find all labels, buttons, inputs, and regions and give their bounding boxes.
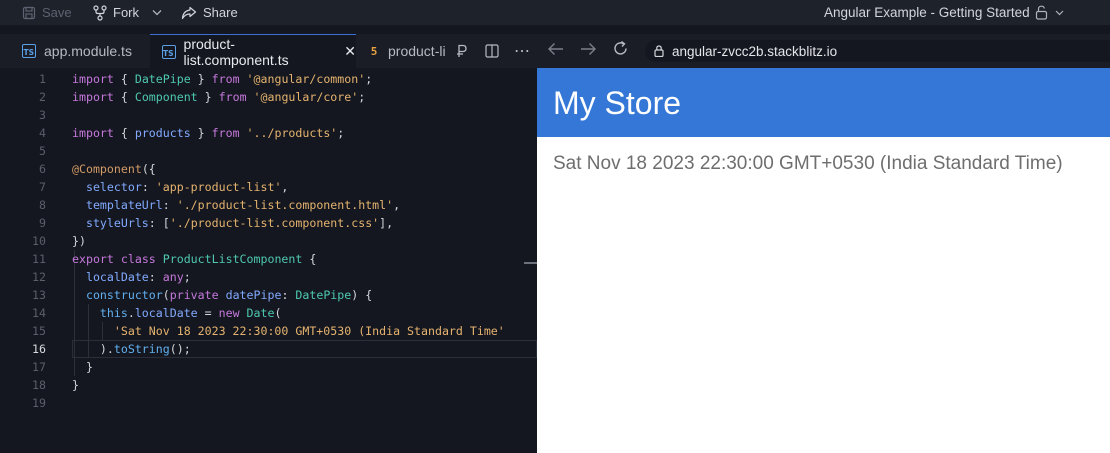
line-number: 12 — [32, 270, 46, 284]
fork-icon — [93, 4, 107, 21]
split-editor-icon[interactable] — [485, 34, 499, 68]
code-line[interactable]: 18} — [0, 376, 537, 394]
fork-menu-chevron-icon[interactable] — [152, 0, 162, 25]
line-number: 2 — [39, 90, 46, 104]
code-line[interactable]: 10}) — [0, 232, 537, 250]
line-code: import { DatePipe } from '@angular/commo… — [72, 72, 373, 86]
more-actions-icon[interactable]: ⋯ — [514, 34, 530, 68]
line-code: @Component({ — [72, 162, 156, 176]
tab-product-list-component-ts[interactable]: TS product-list.component.ts ✕ — [150, 34, 356, 68]
line-number: 14 — [32, 306, 46, 320]
line-code: }) — [72, 234, 86, 248]
line-number: 16 — [32, 342, 46, 356]
code-line[interactable]: 1 import { DatePipe } from '@angular/comm… — [0, 70, 537, 88]
fork-label: Fork — [113, 5, 139, 20]
ts-file-icon: TS — [22, 44, 36, 58]
code-line[interactable]: 6 @Component({ — [0, 160, 537, 178]
line-number: 5 — [39, 144, 46, 158]
code-line[interactable]: 3 — [0, 106, 537, 124]
line-number: 9 — [39, 216, 46, 230]
store-header: My Store — [537, 68, 1110, 137]
share-icon — [181, 6, 197, 19]
close-icon[interactable]: ✕ — [344, 43, 356, 60]
address-url: angular-zvcc2b.stackblitz.io — [672, 43, 838, 59]
line-code: } — [72, 378, 79, 392]
lock-open-icon — [1035, 5, 1048, 20]
line-code: localDate: any; — [85, 270, 191, 284]
code-line[interactable]: 4 import { products } from '../products'; — [0, 124, 537, 142]
lock-icon — [654, 45, 664, 57]
line-number: 7 — [39, 180, 46, 194]
line-number: 11 — [32, 252, 46, 266]
code-line[interactable]: 13 constructor(private datePipe: DatePip… — [0, 286, 537, 304]
line-number: 8 — [39, 198, 46, 212]
line-code: import { products } from '../products'; — [72, 126, 345, 140]
code-line[interactable]: 19 — [0, 394, 537, 412]
line-number: 4 — [39, 126, 46, 140]
line-number: 6 — [39, 162, 46, 176]
line-code: ).toString(); — [99, 342, 191, 356]
project-visibility-button[interactable] — [1035, 0, 1048, 25]
line-code: import { Component } from '@angular/core… — [72, 90, 366, 104]
tab-label: product-list.component.ts — [183, 35, 289, 68]
project-title-text: Angular Example - Getting Started — [824, 5, 1030, 20]
tab-product-list-component-html[interactable]: 5 product-li — [356, 34, 448, 68]
tab-label: app.module.ts — [44, 43, 132, 59]
share-button[interactable]: Share — [181, 0, 238, 25]
code-line[interactable]: 5 — [0, 142, 537, 160]
code-line[interactable]: 7 selector: 'app-product-list', — [0, 178, 537, 196]
line-code: export class ProductListComponent { — [72, 252, 317, 266]
tab-app-module[interactable]: TS app.module.ts — [0, 34, 150, 68]
ts-file-icon: TS — [162, 44, 176, 59]
local-date-text: Sat Nov 18 2023 22:30:00 GMT+0530 (India… — [553, 153, 1063, 174]
editor-tab-bar: TS app.module.ts TS product-list.compone… — [0, 34, 537, 68]
visibility-chevron-icon[interactable] — [1055, 0, 1064, 25]
line-number: 3 — [39, 108, 46, 122]
line-number: 18 — [32, 378, 46, 392]
back-arrow-icon[interactable] — [547, 42, 564, 61]
line-number: 13 — [32, 288, 46, 302]
line-code: selector: 'app-product-list', — [85, 180, 289, 194]
html-file-icon: 5 — [370, 44, 378, 58]
save-button[interactable]: Save — [22, 0, 72, 25]
line-code: constructor(private datePipe: DatePipe) … — [85, 288, 373, 302]
line-number: 15 — [32, 324, 46, 338]
line-number: 1 — [39, 72, 46, 86]
fork-button[interactable]: Fork — [93, 0, 139, 25]
store-title: My Store — [553, 85, 682, 121]
line-code: templateUrl: './product-list.component.h… — [85, 198, 401, 212]
code-line[interactable]: 8 templateUrl: './product-list.component… — [0, 196, 537, 214]
save-icon — [22, 6, 36, 19]
share-label: Share — [203, 5, 238, 20]
tab-label: product-li — [388, 43, 446, 59]
line-number: 10 — [32, 234, 46, 248]
line-number: 19 — [32, 396, 46, 410]
line-code: } — [85, 360, 93, 374]
code-line[interactable]: 9 styleUrls: ['./product-list.component.… — [0, 214, 537, 232]
line-code: this.localDate = new Date( — [99, 306, 282, 320]
project-title[interactable]: Angular Example - Getting Started — [824, 0, 1030, 25]
code-line[interactable]: 16 ).toString(); — [0, 340, 537, 358]
forward-arrow-icon[interactable] — [580, 42, 597, 61]
address-bar[interactable]: angular-zvcc2b.stackblitz.io — [645, 40, 1110, 62]
top-toolbar: Save Fork Share Angular Example - Gettin… — [0, 0, 1110, 25]
line-code: 'Sat Nov 18 2023 22:30:00 GMT+0530 (Indi… — [113, 324, 505, 338]
code-line[interactable]: 12 localDate: any; — [0, 268, 537, 286]
code-line[interactable]: 17 } — [0, 358, 537, 376]
code-line[interactable]: 15 'Sat Nov 18 2023 22:30:00 GMT+0530 (I… — [0, 322, 537, 340]
line-number: 17 — [32, 360, 46, 374]
line-code: styleUrls: ['./product-list.component.cs… — [85, 216, 394, 230]
code-line[interactable]: 14 this.localDate = new Date( — [0, 304, 537, 322]
code-line[interactable]: 2 import { Component } from '@angular/cor… — [0, 88, 537, 106]
app-preview: My Store Sat Nov 18 2023 22:30:00 GMT+05… — [537, 68, 1110, 453]
code-line[interactable]: 11 export class ProductListComponent { — [0, 250, 537, 268]
save-label: Save — [42, 5, 72, 20]
markdown-preview-icon[interactable] — [456, 34, 468, 68]
code-editor[interactable]: 1 import { DatePipe } from '@angular/comm… — [0, 68, 537, 453]
reload-icon[interactable] — [612, 40, 629, 62]
